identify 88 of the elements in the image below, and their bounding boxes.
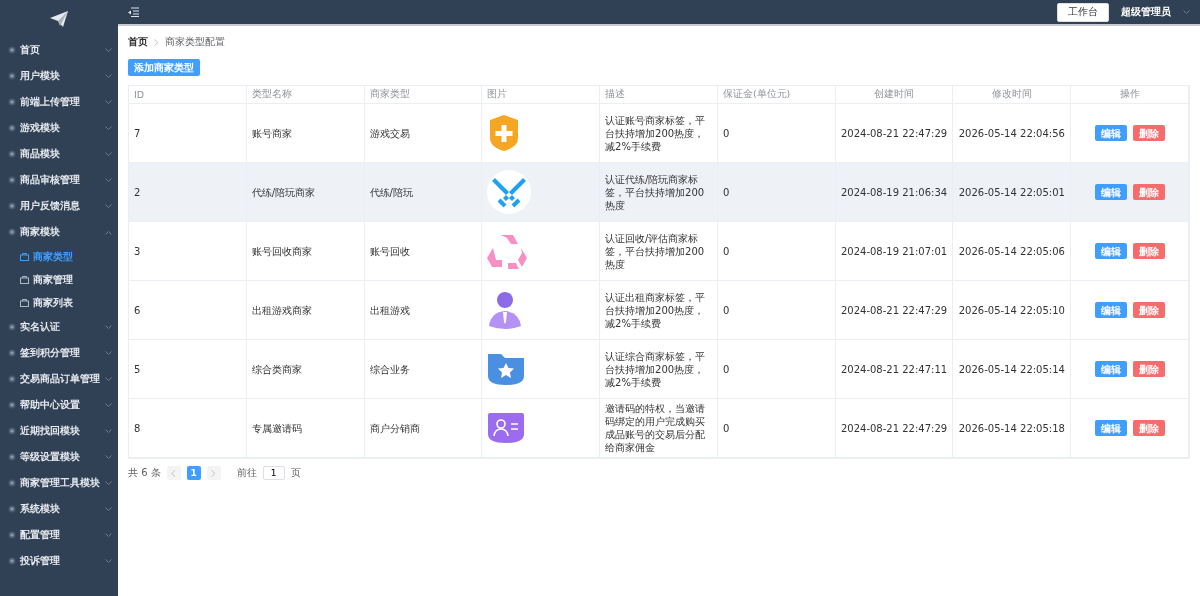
table-cell: 0 — [717, 399, 836, 458]
circle-icon — [8, 401, 16, 409]
circle-icon — [8, 323, 16, 331]
circle-icon — [8, 228, 16, 236]
workbench-button[interactable]: 工作台 — [1057, 2, 1109, 22]
chevron-right-icon — [154, 38, 159, 46]
sidebar-item[interactable]: 实名认证 — [0, 314, 118, 340]
sidebar-subitem[interactable]: 商家管理 — [0, 268, 118, 291]
sidebar-item[interactable]: 签到积分管理 — [0, 340, 118, 366]
circle-icon — [8, 72, 16, 80]
sidebar-item[interactable]: 帮助中心设置 — [0, 392, 118, 418]
table-cell: 2026-05-14 22:05:18 — [953, 399, 1072, 458]
sidebar-item[interactable]: 交易商品订单管理 — [0, 366, 118, 392]
chevron-down-icon — [105, 480, 112, 486]
table-cell: 邀请码的特权，当邀请码绑定的用户完成购买成品账号的交易后分配给商家佣金 — [600, 399, 718, 458]
chevron-down-icon — [1183, 9, 1190, 15]
chevron-down-icon — [105, 506, 112, 512]
sidebar-item[interactable]: 首页 — [0, 37, 118, 63]
chevron-down-icon — [105, 125, 112, 131]
chevron-down-icon — [105, 428, 112, 434]
chevron-down-icon — [105, 99, 112, 105]
circle-icon — [8, 46, 16, 54]
circle-icon — [8, 375, 16, 383]
page-input[interactable]: 1 — [262, 466, 285, 480]
chevron-down-icon — [105, 151, 112, 157]
breadcrumb-item[interactable]: 首页 — [128, 35, 148, 49]
sidebar-item[interactable]: 商家管理工具模块 — [0, 470, 118, 496]
id-card-icon — [487, 412, 526, 444]
circle-icon — [8, 557, 16, 565]
circle-icon — [8, 176, 16, 184]
chevron-down-icon — [105, 376, 112, 382]
circle-icon — [8, 505, 16, 513]
chevron-down-icon — [105, 324, 112, 330]
sidebar-item[interactable]: 游戏模块 — [0, 115, 118, 141]
folder-star-icon — [487, 352, 526, 386]
next-page-button[interactable] — [206, 466, 221, 480]
goto-label: 前往 — [236, 466, 257, 480]
sidebar-subitem[interactable]: 商家类型 — [0, 245, 118, 268]
circle-icon — [8, 349, 16, 357]
circle-icon — [8, 453, 16, 461]
sidebar-item[interactable]: 商品审核管理 — [0, 167, 118, 193]
menu-fold-icon[interactable] — [128, 7, 139, 17]
user-name[interactable]: 超级管理员 — [1121, 5, 1171, 19]
chevron-down-icon — [105, 558, 112, 564]
sidebar-item[interactable]: 系统模块 — [0, 496, 118, 522]
chevron-down-icon — [105, 203, 112, 209]
breadcrumb-item: 商家类型配置 — [165, 35, 225, 49]
total-count: 共 6 条 — [128, 466, 161, 480]
sidebar-item[interactable]: 商品模块 — [0, 141, 118, 167]
sidebar-item[interactable]: 投诉管理 — [0, 548, 118, 574]
circle-icon — [8, 479, 16, 487]
chevron-down-icon — [105, 177, 112, 183]
chevron-right-icon — [211, 469, 217, 477]
prev-page-button[interactable] — [166, 466, 181, 480]
chevron-down-icon — [105, 454, 112, 460]
chevron-up-icon — [105, 229, 112, 235]
chevron-down-icon — [105, 532, 112, 538]
circle-icon — [8, 531, 16, 539]
recycle-icon — [487, 233, 528, 269]
circle-icon — [8, 150, 16, 158]
table-cell: 专属邀请码 — [246, 399, 365, 458]
circle-icon — [8, 124, 16, 132]
table-cell: 2024-08-21 22:47:29 — [835, 399, 954, 458]
sidebar-item[interactable]: 前端上传管理 — [0, 89, 118, 115]
chevron-down-icon — [105, 402, 112, 408]
sidebar-item[interactable]: 商家模块 — [0, 219, 118, 245]
chevron-left-icon — [171, 469, 177, 477]
page-unit: 页 — [290, 466, 301, 480]
chevron-down-icon — [105, 73, 112, 79]
user-icon — [487, 290, 524, 330]
sidebar-item[interactable]: 配置管理 — [0, 522, 118, 548]
chevron-down-icon — [105, 47, 112, 53]
sidebar-item[interactable]: 用户模块 — [0, 63, 118, 89]
table-cell: 8 — [129, 399, 247, 458]
bag-icon — [20, 275, 29, 284]
circle-icon — [8, 202, 16, 210]
circle-icon — [8, 427, 16, 435]
sidebar-item[interactable]: 等级设置模块 — [0, 444, 118, 470]
sidebar-item[interactable]: 近期找回模块 — [0, 418, 118, 444]
sidebar-subitem[interactable]: 商家列表 — [0, 291, 118, 314]
sidebar-item[interactable]: 用户反馈消息 — [0, 193, 118, 219]
bag-icon — [20, 252, 29, 261]
chevron-down-icon — [105, 350, 112, 356]
table-cell: 商户分销商 — [364, 399, 483, 458]
crossed-swords-icon — [487, 170, 532, 214]
bag-icon — [20, 298, 29, 307]
circle-icon — [8, 98, 16, 106]
paper-plane-logo — [50, 10, 68, 27]
